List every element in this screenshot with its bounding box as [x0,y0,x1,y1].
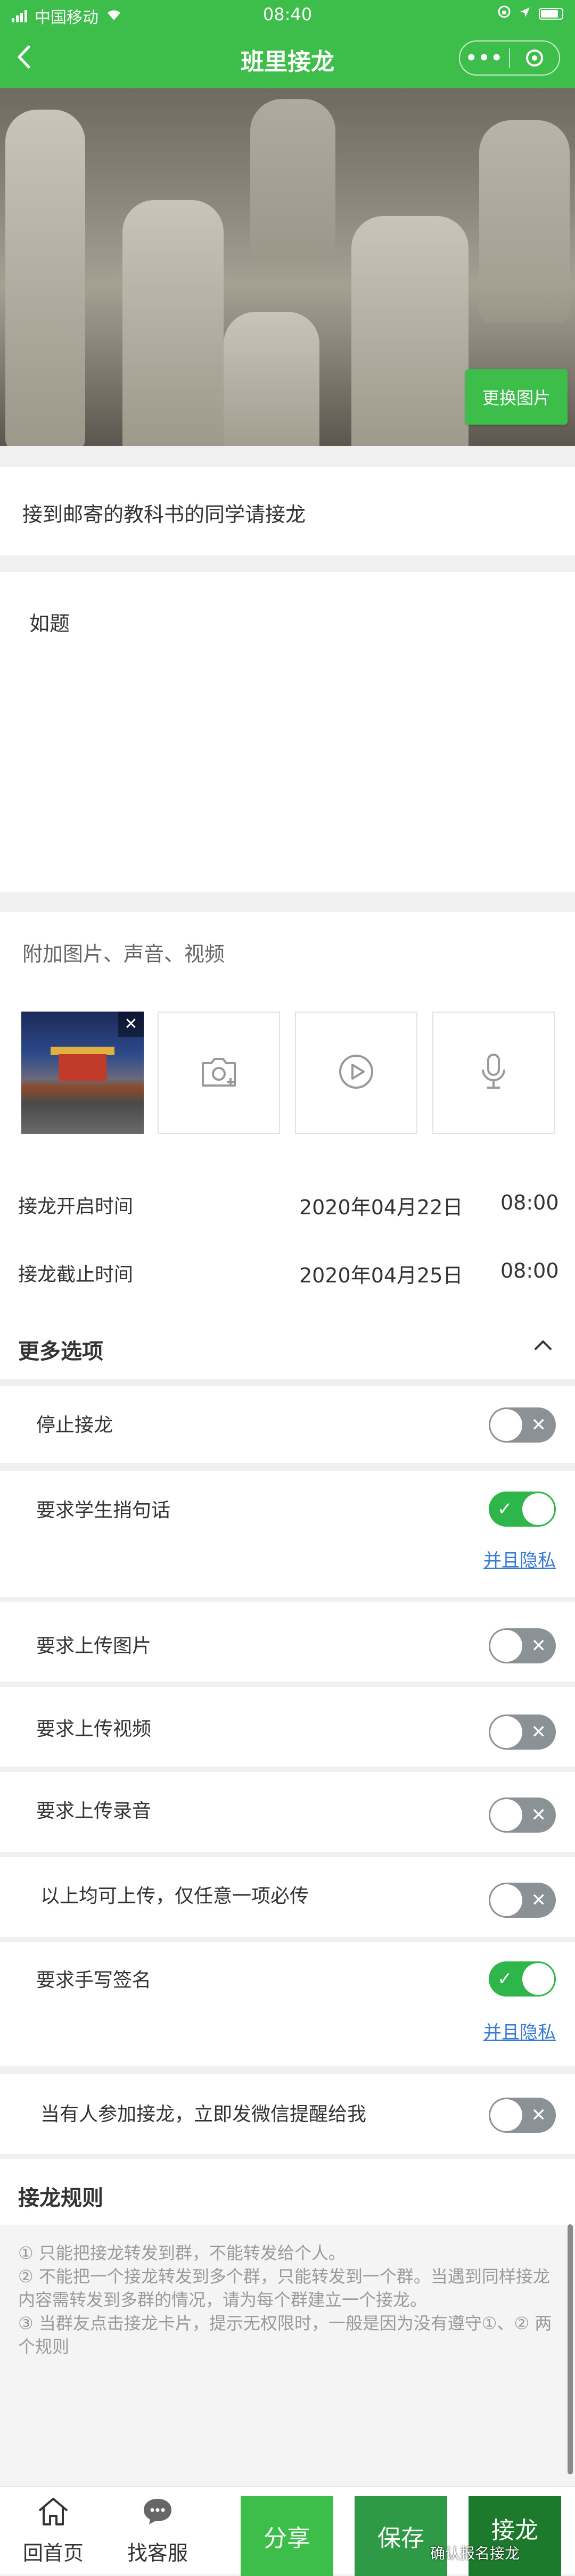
location-icon [519,4,531,23]
end-time-value[interactable]: 08:00 [500,1259,559,1282]
require-video-toggle[interactable]: ✕ [489,1714,556,1750]
option-label: 要求上传录音 [36,1800,152,1822]
start-time-row[interactable]: 接龙开启时间 2020年04月22日 08:00 [0,1170,575,1236]
option-require-audio: 要求上传录音 ✕ [0,1772,575,1852]
option-notify-me: 当有人参加接龙，立即发微信提醒给我 ✕ [0,2074,575,2154]
start-time-value[interactable]: 08:00 [500,1191,559,1214]
status-bar: 中国移动 08:40 [0,0,575,29]
home-tab[interactable]: 回首页 [0,2487,106,2574]
more-dots-icon[interactable]: ••• [460,47,509,69]
description-text: 如题 [29,612,70,635]
rules-scrollbar[interactable] [568,2224,573,2474]
option-require-image: 要求上传图片 ✕ [0,1602,575,1682]
title-input[interactable]: 接到邮寄的教科书的同学请接龙 [0,467,575,556]
save-button[interactable]: 保存 [355,2496,447,2576]
option-require-video: 要求上传视频 ✕ [0,1687,575,1767]
more-options-header[interactable]: 更多选项 [0,1315,575,1379]
add-photo-button[interactable] [158,1012,280,1134]
rules-textarea[interactable]: ① 只能把接龙转发到群，不能转发给个人。 ② 不能把一个接龙转发到多个群，只能转… [0,2225,575,2486]
battery-icon [539,7,563,20]
microphone-icon [479,1053,508,1093]
remove-photo-icon[interactable]: ✕ [118,1012,144,1037]
end-time-row[interactable]: 接龙截止时间 2020年04月25日 08:00 [0,1238,575,1306]
title-text: 接到邮寄的教科书的同学请接龙 [22,503,306,526]
option-any-one-required: 以上均可上传，仅任意一项必传 ✕ [0,1857,575,1937]
require-signature-privacy-link[interactable]: 并且隐私 [483,2018,556,2044]
more-options-label: 更多选项 [18,1339,103,1364]
require-audio-toggle[interactable]: ✕ [489,1798,556,1833]
nav-bar: 班里接龙 ••• [0,29,575,88]
chat-bubble-icon [141,2496,175,2532]
status-right [497,4,563,23]
option-label: 以上均可上传，仅任意一项必传 [40,1885,309,1907]
description-textarea[interactable]: 如题 [0,572,575,892]
play-circle-icon [338,1054,374,1092]
option-label: 停止接龙 [36,1414,113,1436]
watermark-text: 确认报名接龙 [430,2545,520,2562]
add-video-button[interactable] [295,1012,417,1134]
end-date-value[interactable]: 2020年04月25日 [299,1259,463,1288]
rules-text: ① 只能把接龙转发到群，不能转发给个人。 ② 不能把一个接龙转发到多个群，只能转… [18,2243,552,2357]
require-signature-toggle[interactable]: ✓ [489,1961,556,1997]
any-one-required-toggle[interactable]: ✕ [489,1883,556,1918]
mini-program-capsule: ••• [459,40,560,76]
option-require-message: 要求学生捎句话 ✓ 并且隐私 [0,1471,575,1597]
option-label: 要求手写签名 [36,1969,152,1991]
end-time-label: 接龙截止时间 [18,1264,134,1286]
add-audio-button[interactable] [432,1012,555,1134]
attachments-label: 附加图片、声音、视频 [22,942,225,966]
option-label: 要求上传视频 [36,1718,152,1740]
rules-header: 接龙规则 [0,2159,575,2225]
lock-rotation-icon [497,4,511,23]
chevron-up-icon[interactable] [532,1331,554,1362]
notify-me-toggle[interactable]: ✕ [489,2098,556,2133]
change-image-button[interactable]: 更换图片 [465,369,568,425]
rules-title: 接龙规则 [18,2186,103,2210]
home-icon [36,2496,70,2532]
require-message-toggle[interactable]: ✓ [489,1492,556,1527]
stop-jielong-toggle[interactable]: ✕ [489,1407,556,1443]
bottom-bar: 回首页 找客服 分享 保存 接龙 确认报名接龙 [0,2486,575,2576]
option-require-signature: 要求手写签名 ✓ 并且隐私 [0,1942,575,2066]
option-stop-jielong: 停止接龙 ✕ [0,1386,575,1463]
home-label: 回首页 [22,2541,84,2565]
require-image-toggle[interactable]: ✕ [489,1628,556,1663]
camera-add-icon [200,1055,238,1091]
service-label: 找客服 [127,2541,188,2565]
status-time: 08:40 [262,4,313,24]
share-button[interactable]: 分享 [241,2496,333,2576]
start-date-value[interactable]: 2020年04月22日 [299,1191,463,1220]
option-label: 当有人参加接龙，立即发微信提醒给我 [40,2103,367,2125]
option-label: 要求学生捎句话 [36,1500,171,1521]
start-time-label: 接龙开启时间 [18,1196,134,1217]
target-icon[interactable] [510,49,559,67]
join-button[interactable]: 接龙 [469,2496,561,2576]
service-tab[interactable]: 找客服 [104,2487,211,2574]
require-message-privacy-link[interactable]: 并且隐私 [483,1546,556,1572]
attached-photo-thumbnail[interactable]: ✕ [21,1012,144,1134]
option-label: 要求上传图片 [36,1635,152,1657]
